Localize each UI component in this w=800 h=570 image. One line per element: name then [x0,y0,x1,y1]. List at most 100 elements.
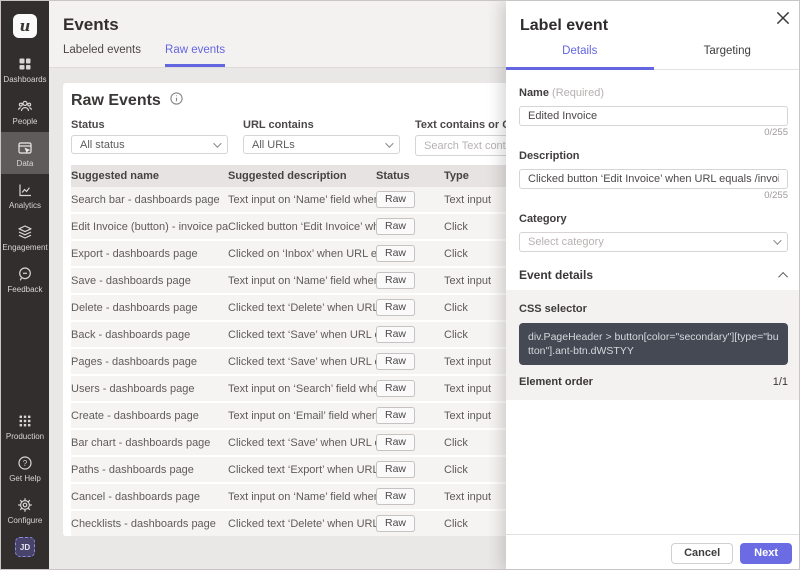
status-badge: Raw [376,245,415,262]
row-suggested-name: Delete - dashboards page [71,302,228,314]
category-select[interactable]: Select category [519,232,788,252]
sidebar-item-get-help[interactable]: ? Get Help [1,447,49,489]
status-badge: Raw [376,461,415,478]
sidebar-item-label: Engagement [2,243,47,252]
sidebar-item-label: Configure [8,516,43,525]
sidebar-item-label: Dashboards [3,75,46,84]
category-placeholder: Select category [528,236,604,248]
card-title: Raw Events [71,92,161,110]
row-suggested-name: Search bar - dashboards page [71,194,228,206]
status-badge: Raw [376,191,415,208]
url-filter-value: All URLs [252,139,295,151]
sidebar-item-analytics[interactable]: Analytics [1,174,49,216]
category-field-label: Category [519,213,567,225]
sidebar-item-label: Data [17,159,34,168]
element-order-value: 1/1 [773,376,788,388]
sidebar: u Dashboards People Data Analytics [1,1,49,569]
app-window: u Dashboards People Data Analytics [0,0,800,570]
row-suggested-description: Clicked button ‘Edit Invoice’ whe... [228,221,376,233]
sidebar-item-label: Feedback [7,285,42,294]
status-badge: Raw [376,299,415,316]
svg-text:?: ? [23,459,28,468]
label-event-panel: Label event Details Targeting Name (Requ… [506,1,800,570]
row-suggested-name: Create - dashboards page [71,410,228,422]
required-hint: (Required) [552,87,604,99]
row-suggested-name: Export - dashboards page [71,248,228,260]
sidebar-item-dashboards[interactable]: Dashboards [1,48,49,90]
cancel-button[interactable]: Cancel [671,543,733,564]
userpilot-logo[interactable]: u [13,14,37,38]
sidebar-item-production[interactable]: Production [1,405,49,447]
status-badge: Raw [376,353,415,370]
dashboards-icon [17,56,33,72]
description-field[interactable] [519,169,788,189]
row-suggested-name: Pages - dashboards page [71,356,228,368]
chevron-down-icon [773,236,781,244]
css-selector-label: CSS selector [519,303,587,315]
event-details-section: CSS selector div.PageHeader > button[col… [506,290,800,400]
url-filter-select[interactable]: All URLs [243,135,400,154]
status-badge: Raw [376,434,415,451]
col-suggested-name: Suggested name [71,170,228,182]
status-badge: Raw [376,380,415,397]
next-button[interactable]: Next [740,543,792,564]
row-suggested-name: Paths - dashboards page [71,464,228,476]
row-suggested-description: Clicked text ‘Save’ when URL eq... [228,437,376,449]
chevron-down-icon [213,139,221,147]
url-filter-label: URL contains [243,119,400,131]
status-filter-value: All status [80,139,125,151]
row-suggested-description: Text input on ‘Name’ field when... [228,194,376,206]
info-icon[interactable] [170,92,183,110]
tab-details[interactable]: Details [506,45,654,70]
row-suggested-description: Clicked text ‘Save’ when URL eq... [228,329,376,341]
description-field-label: Description [519,150,580,162]
row-suggested-description: Clicked text ‘Delete’ when URL... [228,518,376,530]
sidebar-item-configure[interactable]: Configure [1,489,49,531]
sidebar-item-feedback[interactable]: Feedback [1,258,49,300]
event-details-toggle[interactable]: Event details [519,268,788,282]
name-char-counter: 0/255 [519,128,788,138]
status-filter-select[interactable]: All status [71,135,228,154]
analytics-icon [17,182,33,198]
engagement-icon [17,224,33,240]
tab-raw-events[interactable]: Raw events [165,43,225,67]
help-icon: ? [17,455,33,471]
status-badge: Raw [376,326,415,343]
close-icon[interactable] [774,9,792,27]
row-suggested-name: Save - dashboards page [71,275,228,287]
tab-labeled-events[interactable]: Labeled events [63,43,141,67]
row-suggested-name: Cancel - dashboards page [71,491,228,503]
element-order-label: Element order [519,376,593,388]
user-avatar[interactable]: JD [15,537,35,557]
status-badge: Raw [376,515,415,532]
panel-body: Name (Required) 0/255 Description 0/255 … [506,70,800,534]
row-suggested-name: Bar chart - dashboards page [71,437,228,449]
people-icon [17,98,33,114]
sidebar-item-label: People [13,117,38,126]
production-grid-icon [17,413,33,429]
name-field-label: Name (Required) [519,87,604,99]
tab-targeting[interactable]: Targeting [654,45,800,70]
row-suggested-description: Text input on ‘Name’ field when... [228,275,376,287]
row-suggested-name: Back - dashboards page [71,329,228,341]
status-filter-label: Status [71,119,228,131]
col-status: Status [376,170,444,182]
name-field[interactable] [519,106,788,126]
data-icon [17,140,33,156]
sidebar-item-data[interactable]: Data [1,132,49,174]
sidebar-item-engagement[interactable]: Engagement [1,216,49,258]
feedback-icon [17,266,33,282]
row-suggested-description: Clicked text ‘Save’ when URL eq... [228,356,376,368]
panel-title: Label event [520,17,787,34]
row-suggested-name: Edit Invoice (button) - invoice page [71,221,228,233]
row-suggested-description: Text input on ‘Email’ field when... [228,410,376,422]
chevron-up-icon [778,271,788,281]
chevron-down-icon [385,139,393,147]
sidebar-item-label: Analytics [9,201,41,210]
sidebar-item-label: Get Help [9,474,41,483]
event-details-title: Event details [519,268,593,282]
gear-icon [17,497,33,513]
sidebar-item-people[interactable]: People [1,90,49,132]
sidebar-item-label: Production [6,432,44,441]
row-suggested-name: Checklists - dashboards page [71,518,228,530]
